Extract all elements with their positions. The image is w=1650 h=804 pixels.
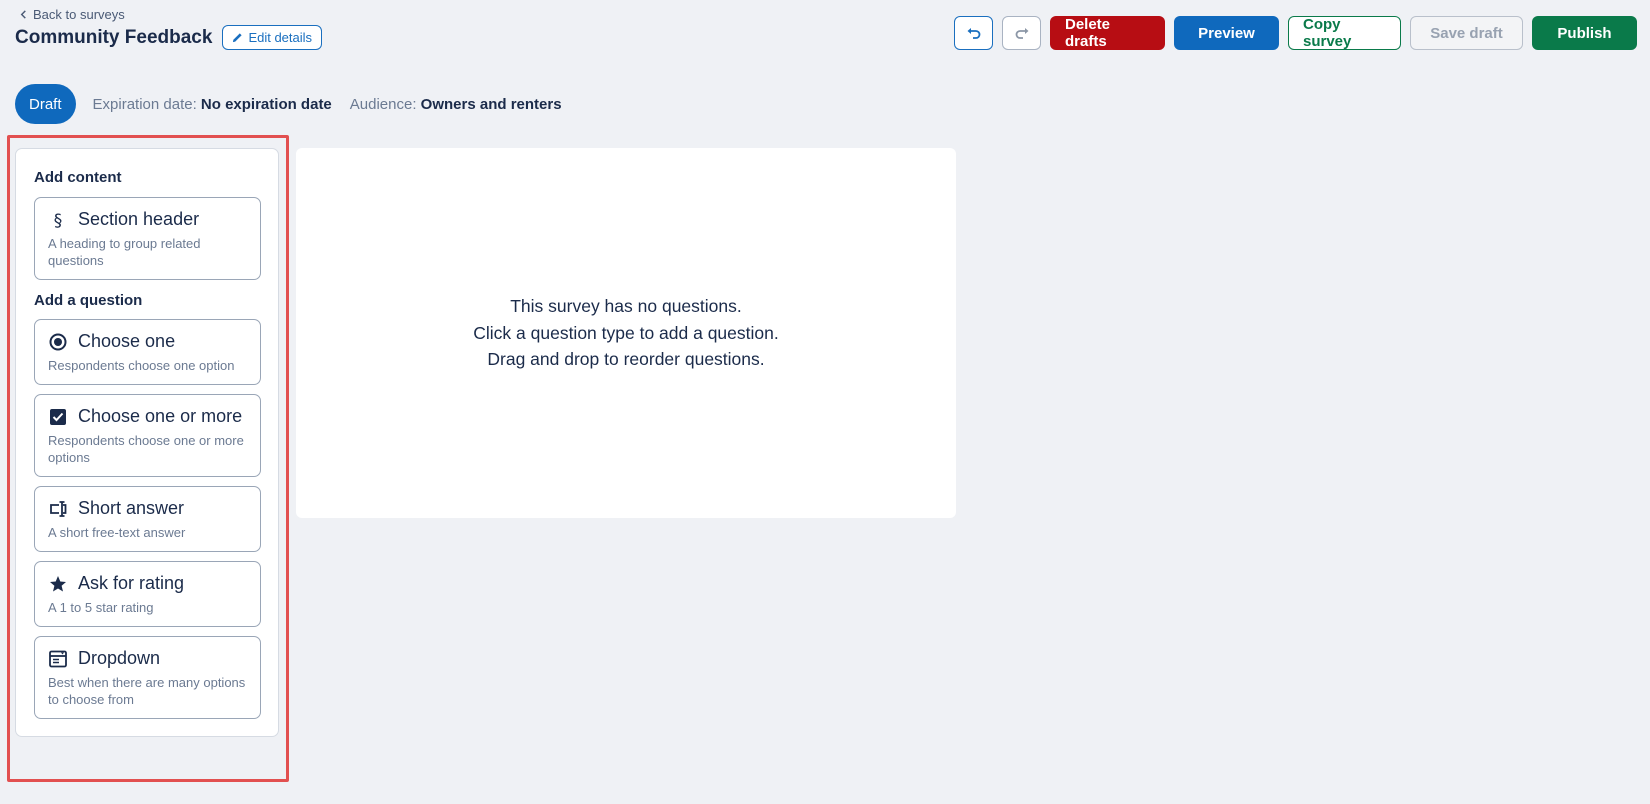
audience-value: Owners and renters xyxy=(420,95,562,113)
page-title: Community Feedback xyxy=(15,26,213,48)
section-icon: § xyxy=(48,210,68,230)
card-title: Ask for rating xyxy=(78,573,185,593)
card-title: Section header xyxy=(78,209,200,229)
back-link-label: Back to surveys xyxy=(33,7,125,22)
text-cursor-icon xyxy=(48,499,68,519)
short-answer-card[interactable]: Short answer A short free-text answer xyxy=(34,486,261,552)
toolbar: Delete drafts Preview Copy survey Save d… xyxy=(954,16,1637,50)
edit-details-label: Edit details xyxy=(248,30,313,45)
edit-details-button[interactable]: Edit details xyxy=(222,25,323,50)
copy-survey-button[interactable]: Copy survey xyxy=(1288,16,1401,50)
card-description: A short free-text answer xyxy=(48,525,186,540)
card-title: Choose one or more xyxy=(78,406,243,426)
status-row: Draft Expiration date: No expiration dat… xyxy=(15,84,562,124)
choose-one-card[interactable]: Choose one Respondents choose one option xyxy=(34,319,261,385)
add-question-heading: Add a question xyxy=(34,292,143,309)
card-description: A heading to group related questions xyxy=(48,236,201,268)
svg-text:§: § xyxy=(54,211,63,229)
expiration-value: No expiration date xyxy=(200,95,332,113)
dropdown-card[interactable]: Dropdown Best when there are many option… xyxy=(34,636,261,719)
redo-icon xyxy=(1015,28,1028,39)
save-draft-button[interactable]: Save draft xyxy=(1410,16,1523,50)
audience: Audience: Owners and renters xyxy=(350,96,562,113)
pencil-icon xyxy=(233,33,243,43)
expiration-date: Expiration date: No expiration date xyxy=(93,96,332,113)
status-badge: Draft xyxy=(15,84,76,124)
checkbox-icon xyxy=(48,407,68,427)
preview-button[interactable]: Preview xyxy=(1174,16,1279,50)
section-header-card[interactable]: § Section header A heading to group rela… xyxy=(34,197,261,280)
survey-canvas[interactable]: This survey has no questions. Click a qu… xyxy=(296,148,956,518)
card-description: Respondents choose one option xyxy=(48,358,235,373)
empty-state-line: This survey has no questions. xyxy=(510,296,742,317)
publish-button[interactable]: Publish xyxy=(1532,16,1637,50)
star-icon xyxy=(48,574,68,594)
empty-state-line: Drag and drop to reorder questions. xyxy=(487,349,765,370)
dropdown-icon xyxy=(48,649,68,669)
card-description: Best when there are many options to choo… xyxy=(48,675,246,707)
card-title: Short answer xyxy=(78,498,185,518)
back-to-surveys-link[interactable]: Back to surveys xyxy=(19,7,125,22)
choose-one-or-more-card[interactable]: Choose one or more Respondents choose on… xyxy=(34,394,261,477)
expiration-label: Expiration date: xyxy=(92,95,197,113)
title-row: Community Feedback Edit details xyxy=(15,25,323,50)
chevron-left-icon xyxy=(20,10,26,19)
redo-button[interactable] xyxy=(1002,16,1041,50)
undo-button[interactable] xyxy=(954,16,993,50)
card-title: Dropdown xyxy=(78,648,161,668)
delete-drafts-button[interactable]: Delete drafts xyxy=(1050,16,1165,50)
ask-for-rating-card[interactable]: Ask for rating A 1 to 5 star rating xyxy=(34,561,261,627)
empty-state-line: Click a question type to add a question. xyxy=(473,322,779,343)
card-description: A 1 to 5 star rating xyxy=(48,600,154,615)
audience-label: Audience: xyxy=(349,95,417,113)
card-title: Choose one xyxy=(78,331,176,351)
add-content-sidebar: Add content § Section header A heading t… xyxy=(15,148,279,737)
radio-icon xyxy=(48,332,68,352)
card-description: Respondents choose one or more options xyxy=(48,433,244,465)
add-content-heading: Add content xyxy=(34,169,122,186)
undo-icon xyxy=(967,28,980,39)
